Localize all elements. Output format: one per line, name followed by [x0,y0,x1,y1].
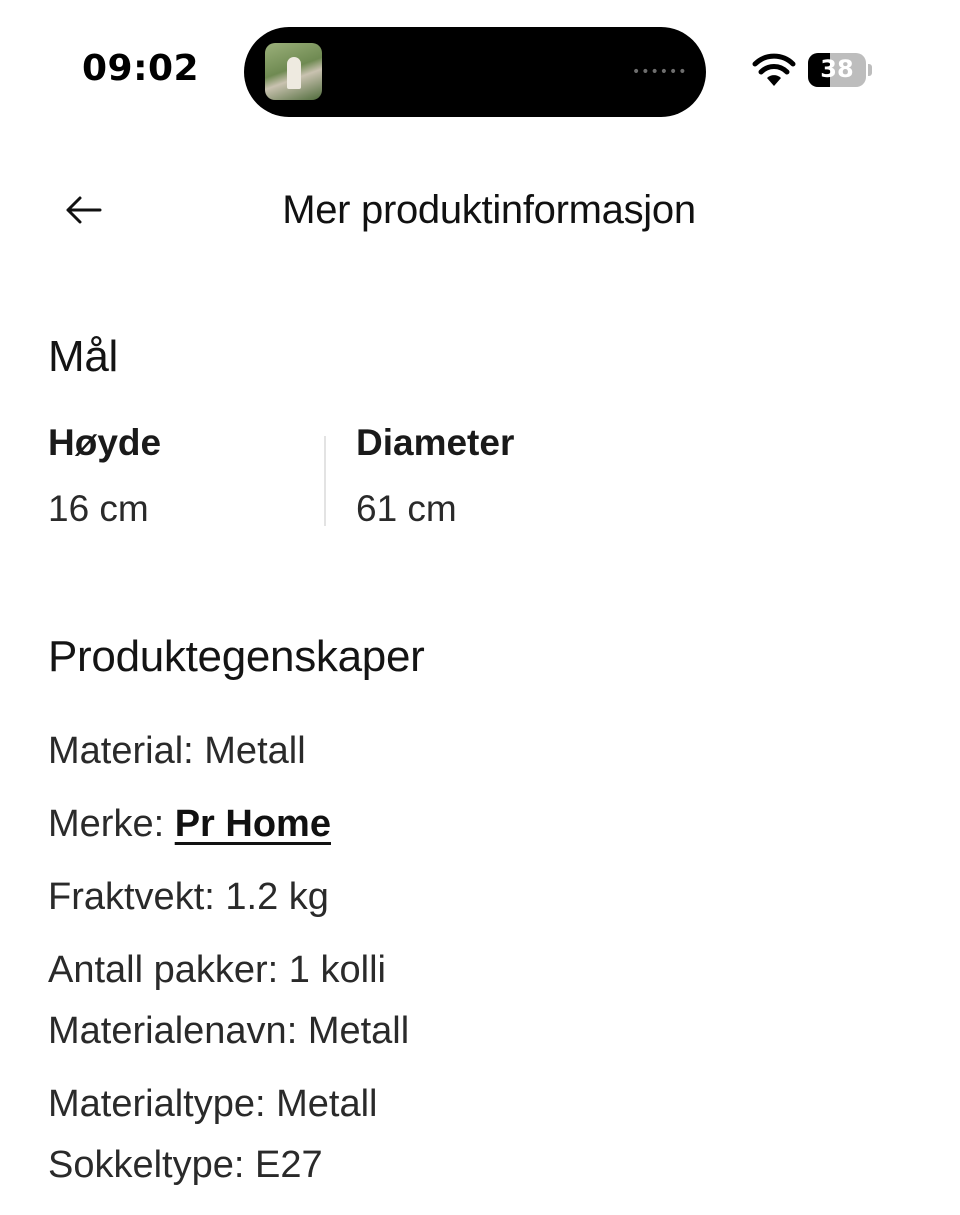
property-label: Merke: [48,803,165,845]
diameter-value: 61 cm [356,488,457,529]
height-label: Høyde [48,422,162,463]
diameter-label: Diameter [356,422,515,463]
dynamic-island[interactable]: •••••• [244,27,706,117]
property-shipping-weight: Fraktvekt: 1.2 kg [48,876,329,919]
property-brand: Merke: Pr Home [48,803,331,846]
property-label: Material: [48,730,194,772]
now-playing-artwork [265,43,322,100]
property-material: Material: Metall [48,730,306,773]
battery-level: 38 [820,55,854,83]
page-title: Mer produktinformasjon [282,188,696,232]
property-value: Metall [276,1083,378,1125]
property-value: Metall [204,730,306,772]
property-socket-type: Sokkeltype: E27 [48,1144,323,1187]
property-material-type: Materialtype: Metall [48,1083,377,1126]
property-value: 1.2 kg [225,876,329,918]
dimensions-heading: Mål [48,332,118,381]
dimension-divider [324,436,326,526]
status-time: 09:02 [82,48,200,89]
property-value: E27 [255,1144,323,1186]
battery-icon: 38 [808,53,866,87]
wifi-icon [752,53,796,86]
property-material-name: Materialenavn: Metall [48,1010,409,1053]
property-value: 1 kolli [288,949,386,991]
height-value: 16 cm [48,488,149,529]
property-package-count: Antall pakker: 1 kolli [48,949,386,992]
audio-waveform-icon: •••••• [632,64,688,80]
property-label: Sokkeltype: [48,1144,245,1186]
brand-link[interactable]: Pr Home [175,803,331,845]
property-label: Materialtype: [48,1083,266,1125]
property-label: Materialenavn: [48,1010,298,1052]
property-value: Metall [307,1010,410,1052]
property-label: Antall pakker: [48,949,279,991]
properties-heading: Produktegenskaper [48,632,425,681]
battery-nub [868,64,872,76]
property-label: Fraktvekt: [48,876,215,918]
